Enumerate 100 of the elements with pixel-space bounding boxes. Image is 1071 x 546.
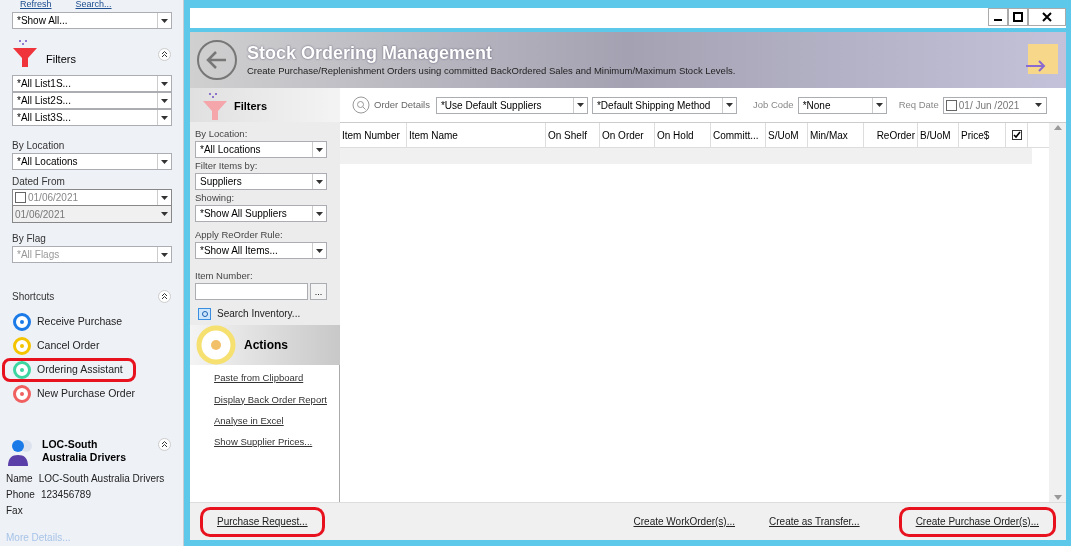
view-select[interactable]: *Show All... <box>12 12 172 29</box>
action-link[interactable]: Display Back Order Report <box>214 392 339 407</box>
collapse-icon[interactable] <box>158 290 171 303</box>
shortcut-item[interactable]: Cancel Order <box>2 334 113 358</box>
column-header[interactable]: B/UoM <box>918 123 959 147</box>
toolbar-link[interactable]: Search... <box>75 0 112 9</box>
action-button[interactable]: Create WorkOrder(s)... <box>616 506 752 537</box>
page-title: Stock Ordering Management <box>247 41 494 64</box>
location-select[interactable]: *All Locations <box>12 153 172 170</box>
shipping-select[interactable]: *Default Shipping Method <box>591 96 737 114</box>
shortcut-item[interactable]: New Purchase Order <box>2 382 149 406</box>
action-button[interactable]: Create as Transfer... <box>752 506 877 537</box>
field-label: By Location: <box>195 127 249 141</box>
close-button[interactable] <box>1028 8 1066 26</box>
action-link[interactable]: Show Supplier Prices... <box>214 435 339 450</box>
column-header[interactable]: On Shelf <box>546 123 600 147</box>
close-icon <box>1042 12 1052 22</box>
date-picker[interactable]: 01/ Jun /2021 <box>942 96 1047 114</box>
contact-name: LOC-South Australia Drivers <box>42 438 128 464</box>
shortcut-item[interactable]: Ordering Assistant <box>2 358 136 382</box>
caret-icon <box>875 103 883 107</box>
filter-select[interactable]: *Show All Items... <box>195 242 327 259</box>
column-header[interactable]: Committ... <box>711 123 766 147</box>
column-header[interactable]: On Hold <box>655 123 711 147</box>
field-label: Showing: <box>195 191 236 205</box>
collapse-icon[interactable] <box>158 48 171 61</box>
field-label: Filter Items by: <box>195 159 259 173</box>
action-button[interactable]: Create Purchase Order(s)... <box>898 506 1056 537</box>
section-title: Filters <box>46 51 76 67</box>
field-label: Name <box>6 471 33 486</box>
search-window-icon <box>198 307 211 320</box>
field-label: Order Details <box>374 97 430 112</box>
list-select[interactable]: *All List1S... <box>12 75 172 92</box>
minimize-button[interactable] <box>988 8 1008 26</box>
field-label: By Location <box>12 139 66 153</box>
field-label: Job Code <box>752 97 794 112</box>
item-number-field[interactable] <box>195 283 308 301</box>
search-inventory-link[interactable]: Search Inventory... <box>217 306 301 322</box>
field-value: LOC-South Australia Drivers <box>38 471 165 486</box>
filter-select[interactable]: *All Locations <box>195 141 327 158</box>
caret-icon <box>161 195 168 200</box>
caret-icon <box>1035 103 1043 107</box>
field-label: Req Date <box>898 97 939 112</box>
caret-icon <box>316 248 323 253</box>
funnel-icon <box>12 39 38 69</box>
caret-icon <box>160 212 168 216</box>
action-link[interactable]: Paste from Clipboard <box>214 371 339 386</box>
caret-icon <box>161 81 168 86</box>
supplier-select[interactable]: *Use Default Suppliers <box>435 96 588 114</box>
column-header[interactable]: ReOrder <box>864 123 918 147</box>
shortcut-item[interactable]: Receive Purchase <box>2 310 136 334</box>
checkbox[interactable] <box>15 192 26 203</box>
caret-icon <box>161 115 168 120</box>
filter-select[interactable]: *Show All Suppliers <box>195 205 327 222</box>
column-header[interactable]: Item Name <box>407 123 546 147</box>
caret-icon <box>316 211 323 216</box>
checkbox[interactable] <box>945 99 957 111</box>
caret-icon <box>161 18 168 23</box>
funnel-icon <box>202 92 228 122</box>
date-picker[interactable]: 01/06/2021 <box>12 189 172 206</box>
minimize-icon <box>994 19 1002 21</box>
field-label: Fax <box>6 503 23 518</box>
field-value: 123456789 <box>40 487 91 502</box>
column-header[interactable]: Price$ <box>959 123 1006 147</box>
caret-icon <box>576 103 584 107</box>
caret-icon <box>725 103 733 107</box>
action-link[interactable]: Analyse in Excel <box>214 413 339 428</box>
field-label: By Flag <box>12 232 47 246</box>
search-icon[interactable] <box>352 96 370 114</box>
section-title: Actions <box>244 337 288 355</box>
job-code-select[interactable]: *None <box>797 96 887 114</box>
list-select[interactable]: *All List2S... <box>12 92 172 109</box>
column-header[interactable]: S/UoM <box>766 123 808 147</box>
browse-button[interactable]: ... <box>310 283 327 301</box>
column-header[interactable]: Item Number <box>340 123 407 147</box>
back-icon[interactable] <box>196 39 238 81</box>
collapse-icon[interactable] <box>158 438 171 451</box>
date-field: 01/06/2021 <box>12 206 172 223</box>
page-subtitle: Create Purchase/Replenishment Orders using committed BackOrdered Sales and Minimum/Maximum Stock Levels. <box>247 63 736 78</box>
column-header[interactable]: Min/Max <box>808 123 864 147</box>
maximize-button[interactable] <box>1008 8 1028 26</box>
section-title: Filters <box>234 98 267 114</box>
caret-icon <box>161 252 168 257</box>
maximize-icon <box>1013 12 1023 22</box>
section-title: Shortcuts <box>12 290 55 304</box>
field-label: Phone <box>6 487 35 502</box>
caret-icon <box>316 179 323 184</box>
action-button[interactable]: Purchase Request... <box>200 506 325 537</box>
field-label: Dated From <box>12 175 66 189</box>
filter-select[interactable]: Suppliers <box>195 173 327 190</box>
select-all-checkbox[interactable] <box>1011 130 1022 140</box>
caret-icon <box>161 98 168 103</box>
field-label: Apply ReOrder Rule: <box>195 228 284 242</box>
list-select[interactable]: *All List3S... <box>12 109 172 126</box>
caret-icon <box>161 159 168 164</box>
field-label: Item Number: <box>195 269 254 283</box>
caret-icon <box>316 147 323 152</box>
toolbar-link[interactable]: Refresh <box>20 0 52 9</box>
column-header[interactable]: On Order <box>600 123 655 147</box>
check-icon <box>1012 131 1021 139</box>
